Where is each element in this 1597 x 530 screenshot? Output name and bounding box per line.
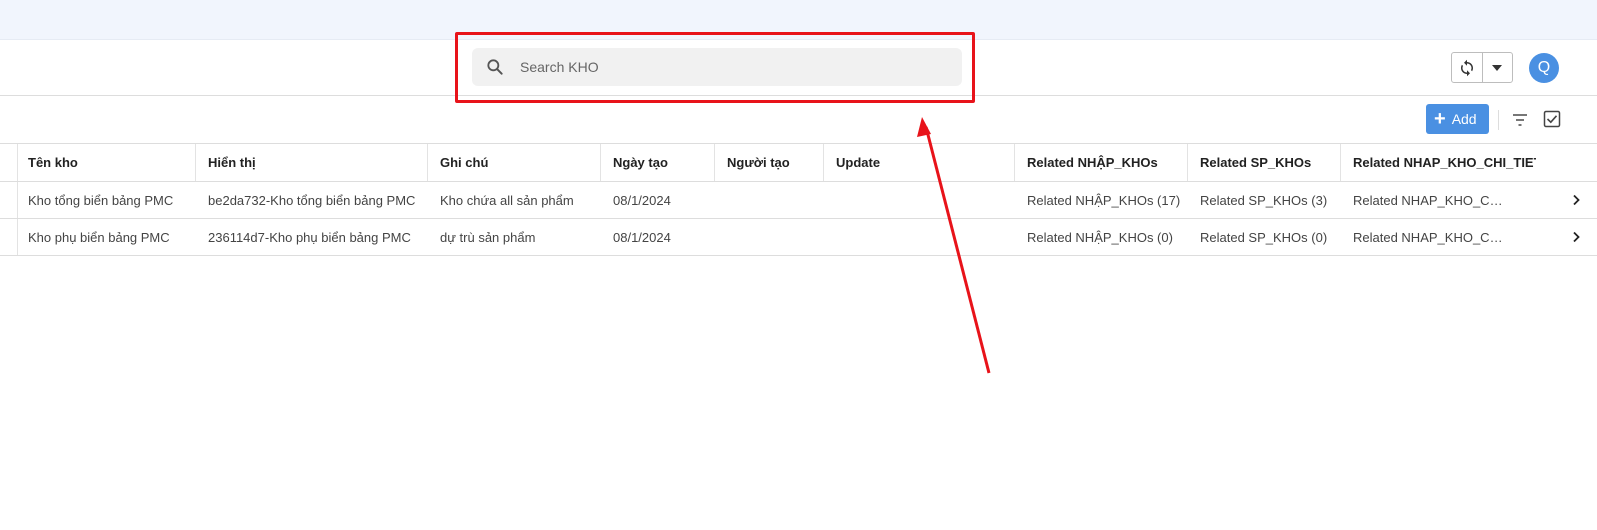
checkbox-icon[interactable] [1543, 110, 1561, 128]
row-handle-column [0, 144, 18, 181]
related-link[interactable]: Related SP_KHOs (3) [1188, 182, 1341, 218]
table-cell: 08/1/2024 [613, 192, 671, 208]
column-header[interactable]: Update [824, 144, 1015, 181]
table-cell: 236114d7-Kho phụ biển bảng PMC [208, 229, 411, 245]
related-link-text: Related NHAP_KHO_CHI_TIETs (17) [1353, 192, 1510, 208]
table-cell: dự trù sản phẩm [440, 229, 536, 245]
table-cell [715, 182, 824, 218]
column-header[interactable]: Related SP_KHOs [1188, 144, 1341, 181]
table-row[interactable]: Kho phụ biển bảng PMC 236114d7-Kho phụ b… [0, 219, 1597, 256]
table-cell: Kho chứa all sản phẩm [440, 192, 574, 208]
table-cell [715, 219, 824, 255]
caret-down-icon [1492, 64, 1503, 71]
related-link[interactable]: Related SP_KHOs (0) [1188, 219, 1341, 255]
add-button-label: Add [1451, 111, 1477, 127]
column-header[interactable]: Related NHẬP_KHOs [1015, 144, 1188, 181]
related-link[interactable]: Related NHẬP_KHOs (17) [1015, 182, 1188, 218]
table-cell: Kho tổng biển bảng PMC [28, 192, 174, 208]
table-cell [824, 182, 1015, 218]
search-icon [487, 59, 503, 75]
user-avatar[interactable]: Q [1529, 53, 1559, 83]
sync-button-group[interactable] [1451, 52, 1513, 83]
related-link[interactable]: Related NHẬP_KHOs (0) [1015, 219, 1188, 255]
sync-options-button[interactable] [1483, 53, 1513, 82]
row-handle [0, 182, 18, 218]
column-header[interactable]: Ghi chú [428, 144, 601, 181]
table-cell [824, 219, 1015, 255]
column-header[interactable]: Tên kho [18, 144, 196, 181]
related-link[interactable]: Related NHAP_KHO_CHI_TIETs (0) [1341, 219, 1536, 255]
add-button[interactable]: + Add [1426, 104, 1489, 134]
data-grid: Tên kho Hiển thị Ghi chú Ngày tạo Người … [0, 144, 1597, 256]
search-input[interactable] [520, 48, 950, 86]
related-link-text: Related NHAP_KHO_CHI_TIETs (0) [1353, 229, 1510, 245]
sync-button[interactable] [1452, 53, 1483, 82]
search-bar[interactable] [472, 48, 962, 86]
column-header[interactable]: Hiển thị [196, 144, 428, 181]
top-band [0, 0, 1597, 40]
sync-icon [1460, 59, 1473, 76]
related-link[interactable]: Related NHAP_KHO_CHI_TIETs (17) [1341, 182, 1536, 218]
table-toolbar [0, 96, 1597, 144]
table-cell: be2da732-Kho tổng biển bảng PMC [208, 192, 416, 208]
table-header-row: Tên kho Hiển thị Ghi chú Ngày tạo Người … [0, 144, 1597, 182]
toolbar-divider [1498, 110, 1499, 130]
plus-icon: + [1434, 108, 1446, 130]
filter-icon[interactable] [1511, 111, 1529, 129]
table-cell: Kho phụ biển bảng PMC [28, 229, 170, 245]
table-cell: 08/1/2024 [613, 229, 671, 245]
chevron-right-icon[interactable] [1569, 230, 1583, 244]
chevron-right-icon[interactable] [1569, 193, 1583, 207]
column-header[interactable]: Người tạo [715, 144, 824, 181]
column-header[interactable]: Ngày tạo [601, 144, 715, 181]
row-handle [0, 219, 18, 255]
table-row[interactable]: Kho tổng biển bảng PMC be2da732-Kho tổng… [0, 182, 1597, 219]
column-header[interactable]: Related NHAP_KHO_CHI_TIETs [1341, 144, 1536, 181]
